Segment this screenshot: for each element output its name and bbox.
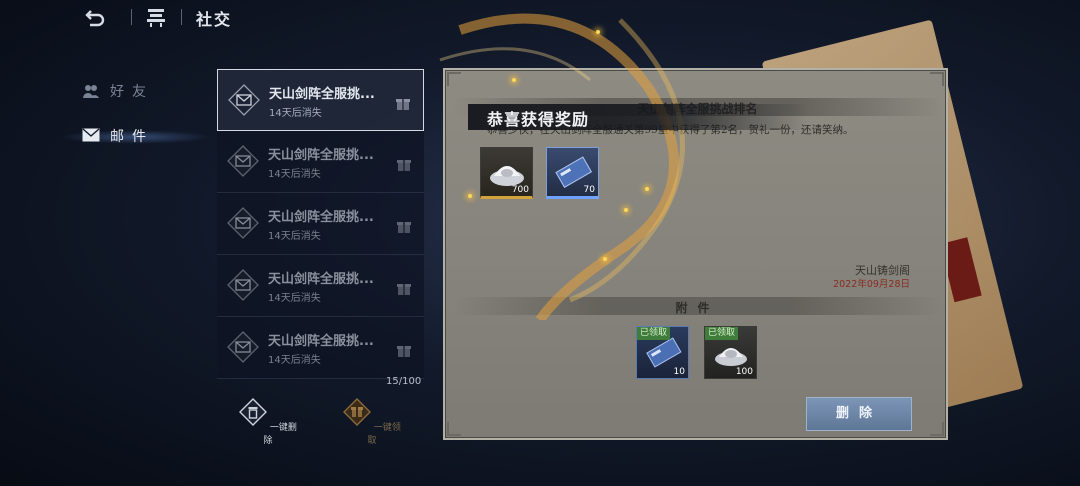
- mail-count: 15/100: [386, 376, 422, 387]
- friends-icon: [82, 83, 100, 99]
- mail-icon: [82, 128, 100, 144]
- item-quantity: 700: [511, 185, 529, 195]
- delete-mail-button[interactable]: 删除: [806, 397, 912, 431]
- panel-corner: [447, 422, 461, 436]
- attachment-item[interactable]: 已领取 10: [636, 326, 689, 379]
- envelope-icon: [227, 145, 259, 177]
- back-arrow-icon[interactable]: [84, 6, 106, 28]
- mail-expiry: 14天后消失: [268, 231, 321, 242]
- mail-expiry: 14天后消失: [268, 293, 321, 304]
- delete-all-label: 一键删除: [263, 423, 297, 446]
- item-quantity: 100: [735, 367, 753, 377]
- envelope-icon: [228, 84, 260, 116]
- top-bar: 社交: [0, 0, 1080, 34]
- sidebar-item-label: 邮件: [110, 129, 154, 145]
- divider: [181, 9, 182, 25]
- attachment-gift-icon: [397, 222, 411, 233]
- sparkle: [596, 30, 600, 34]
- attachment-gift-icon: [397, 160, 411, 171]
- reward-title: 恭喜获得奖励: [487, 110, 590, 129]
- mail-expiry: 14天后消失: [268, 355, 321, 366]
- sparkle: [603, 257, 607, 261]
- reward-item[interactable]: 70: [546, 147, 599, 199]
- attachment-gift-icon: [396, 99, 410, 110]
- panel-corner: [930, 422, 944, 436]
- pavilion-icon[interactable]: [145, 6, 167, 28]
- mail-expiry: 14天后消失: [269, 108, 322, 119]
- sidebar-item-friends[interactable]: 好友: [82, 79, 154, 103]
- sparkle: [645, 187, 649, 191]
- item-quantity: 70: [583, 185, 595, 195]
- mail-list-item[interactable]: 天山剑阵全服挑... 14天后消失: [217, 255, 424, 317]
- reward-item[interactable]: 700: [480, 147, 533, 199]
- mail-title: 天山剑阵全服挑...: [268, 334, 374, 349]
- sparkle: [624, 208, 628, 212]
- delete-all-button[interactable]: 一键删除: [238, 398, 298, 446]
- page-title: 社交: [196, 10, 233, 29]
- mail-list-item[interactable]: 天山剑阵全服挑... 14天后消失: [217, 69, 424, 131]
- attachment-gift-icon: [397, 284, 411, 295]
- mail-list-item[interactable]: 天山剑阵全服挑... 14天后消失: [217, 131, 424, 193]
- sparkle: [468, 194, 472, 198]
- sidebar-item-label: 好友: [110, 84, 154, 100]
- sidebar-item-mail[interactable]: 邮件: [82, 124, 154, 148]
- divider: [131, 9, 132, 25]
- claimed-badge: 已领取: [705, 327, 739, 340]
- mail-title: 天山剑阵全服挑...: [268, 148, 374, 163]
- item-quantity: 10: [673, 367, 685, 377]
- collect-all-button[interactable]: 一键领取: [342, 398, 402, 446]
- envelope-icon: [227, 207, 259, 239]
- attachment-label: 附件: [675, 301, 720, 315]
- panel-corner: [930, 72, 944, 86]
- mail-list-item[interactable]: 天山剑阵全服挑... 14天后消失: [217, 193, 424, 255]
- mail-title: 天山剑阵全服挑...: [268, 210, 374, 225]
- sparkle: [512, 78, 516, 82]
- claimed-badge: 已领取: [637, 327, 671, 340]
- panel-corner: [447, 72, 461, 86]
- gift-box-icon: [343, 398, 372, 426]
- attachment-item[interactable]: 已领取 100: [704, 326, 757, 379]
- mail-title: 天山剑阵全服挑...: [269, 87, 375, 102]
- envelope-icon: [227, 331, 259, 363]
- envelope-icon: [227, 269, 259, 301]
- mail-date: 2022年09月28日: [833, 279, 910, 290]
- attachment-gift-icon: [397, 346, 411, 357]
- mail-expiry: 14天后消失: [268, 169, 321, 180]
- trash-icon: [239, 398, 268, 426]
- collect-all-label: 一键领取: [367, 423, 401, 446]
- mail-list-item[interactable]: 天山剑阵全服挑... 14天后消失: [217, 317, 424, 379]
- mail-title: 天山剑阵全服挑...: [268, 272, 374, 287]
- mail-list: 天山剑阵全服挑... 14天后消失 天山剑阵全服挑... 14天后消失 天山剑阵…: [217, 69, 424, 379]
